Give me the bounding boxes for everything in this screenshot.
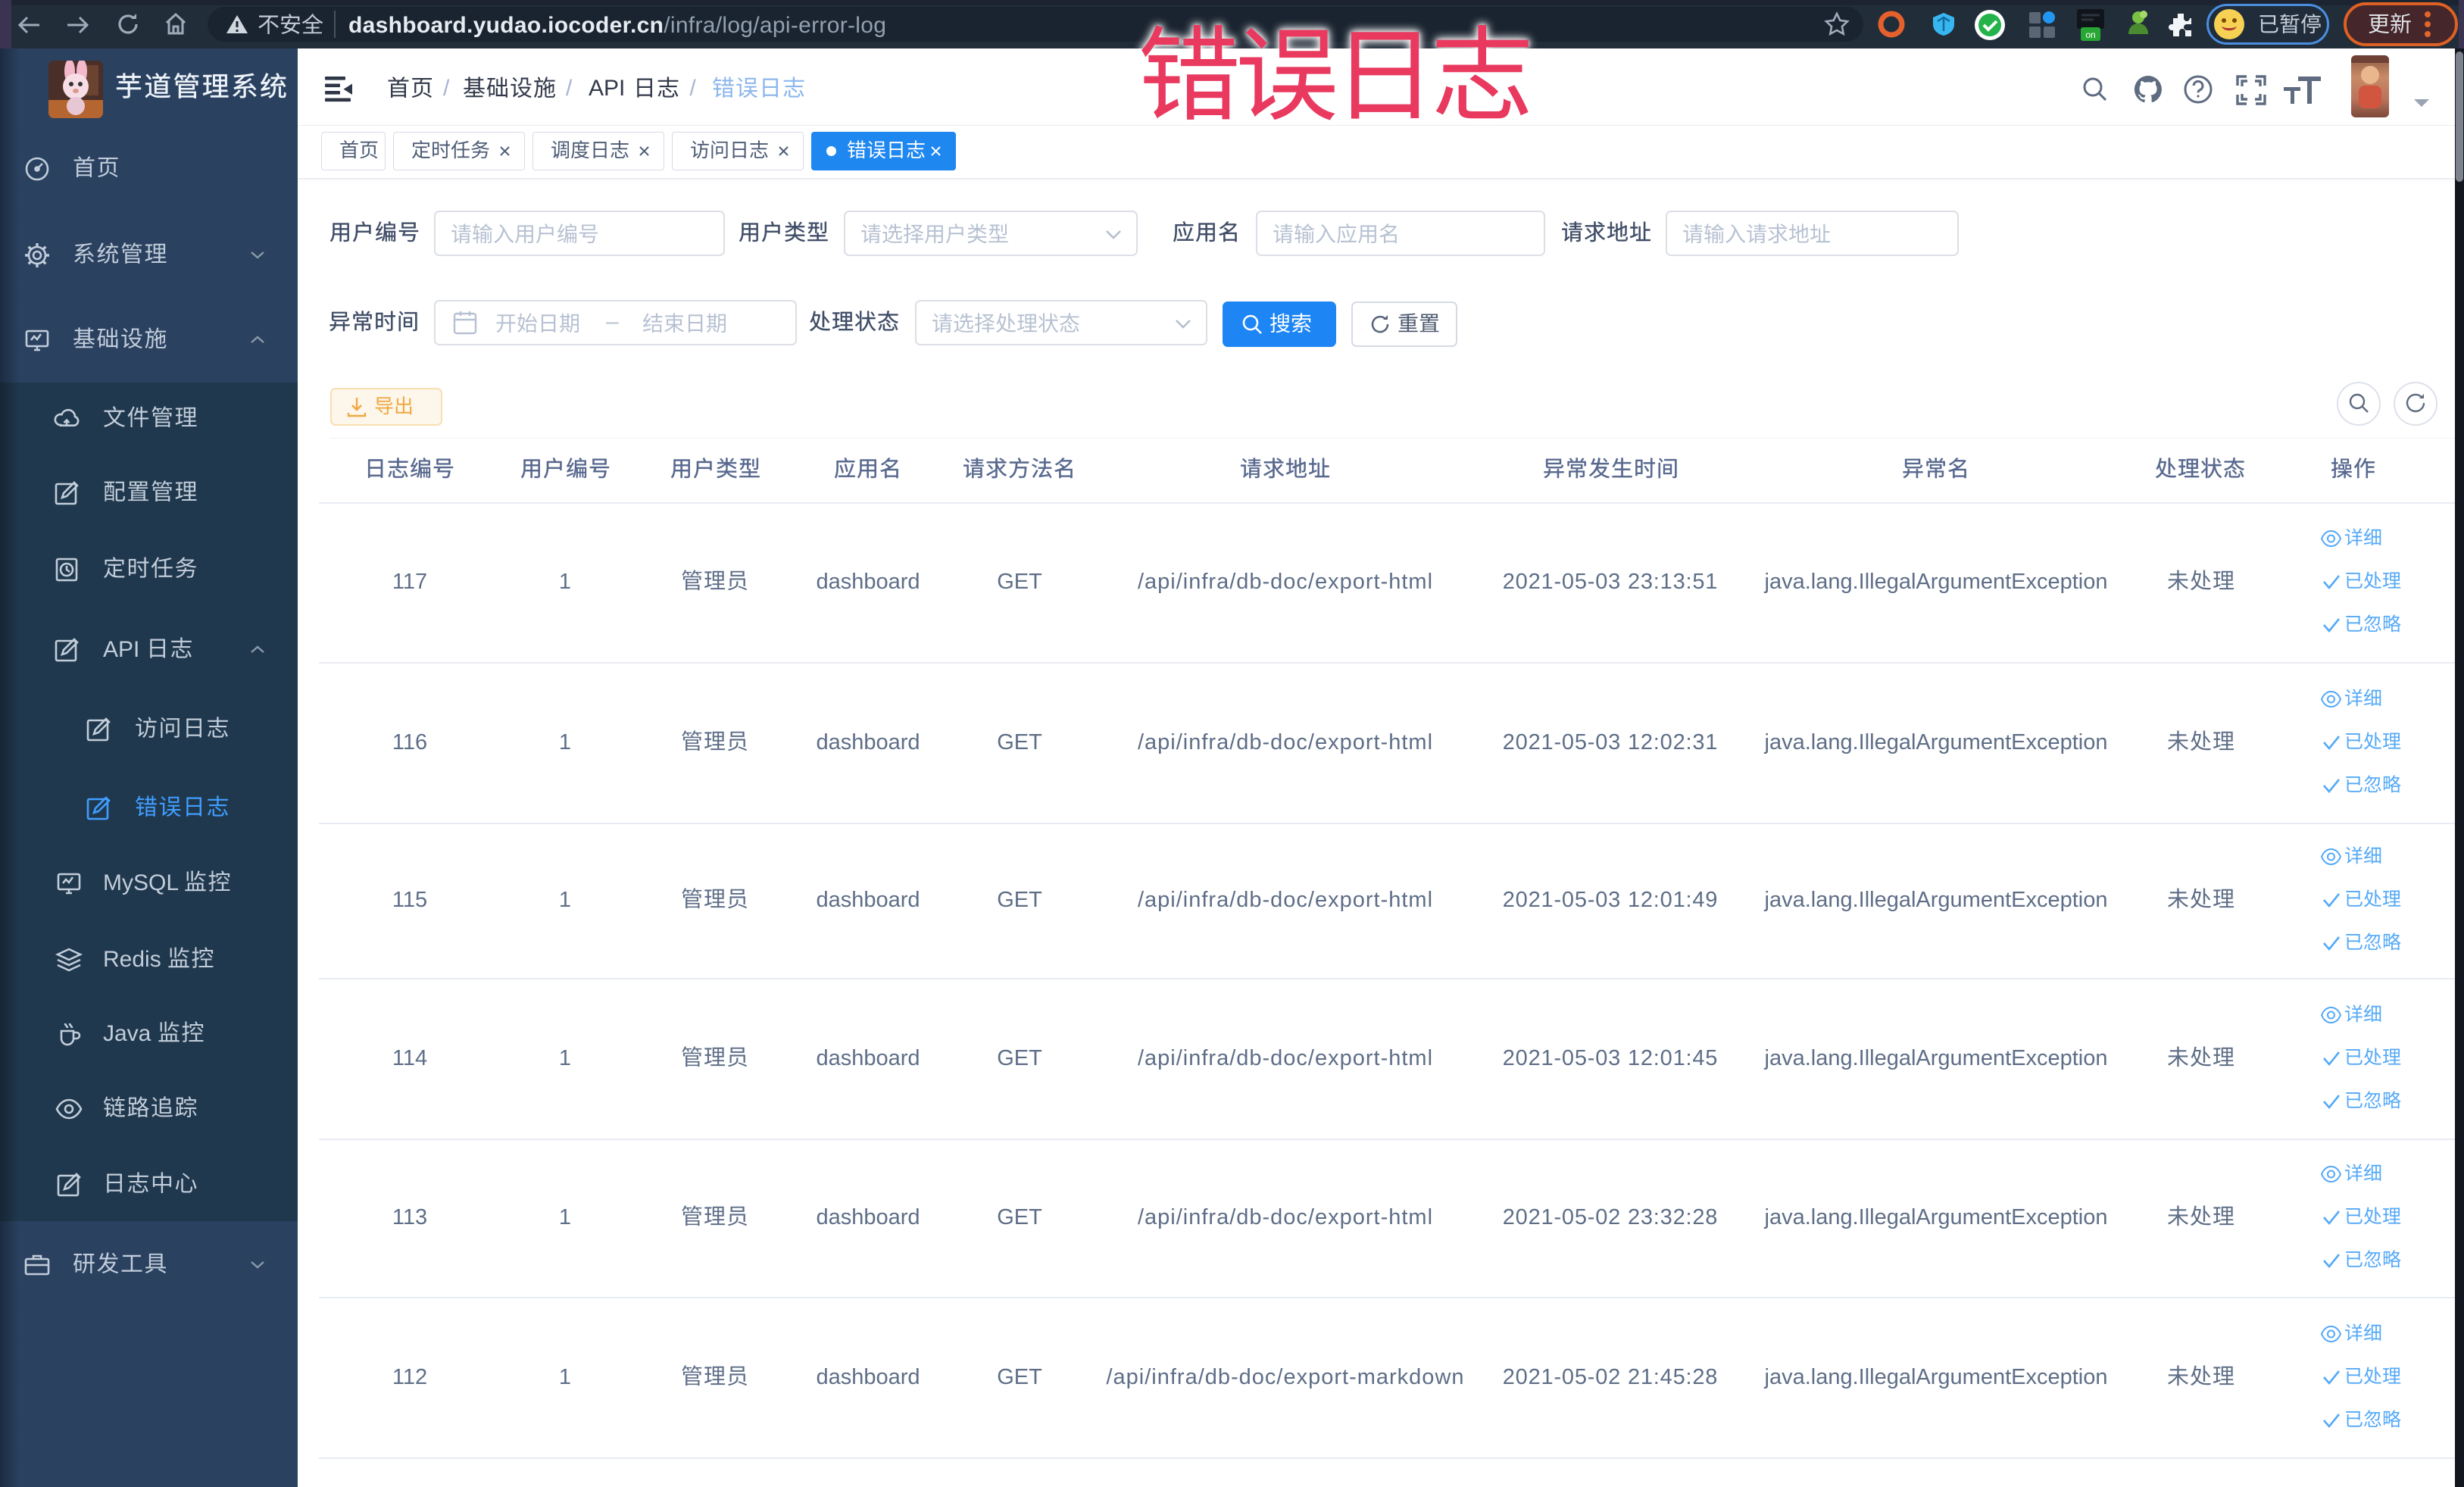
svg-text:on: on xyxy=(2085,30,2095,40)
